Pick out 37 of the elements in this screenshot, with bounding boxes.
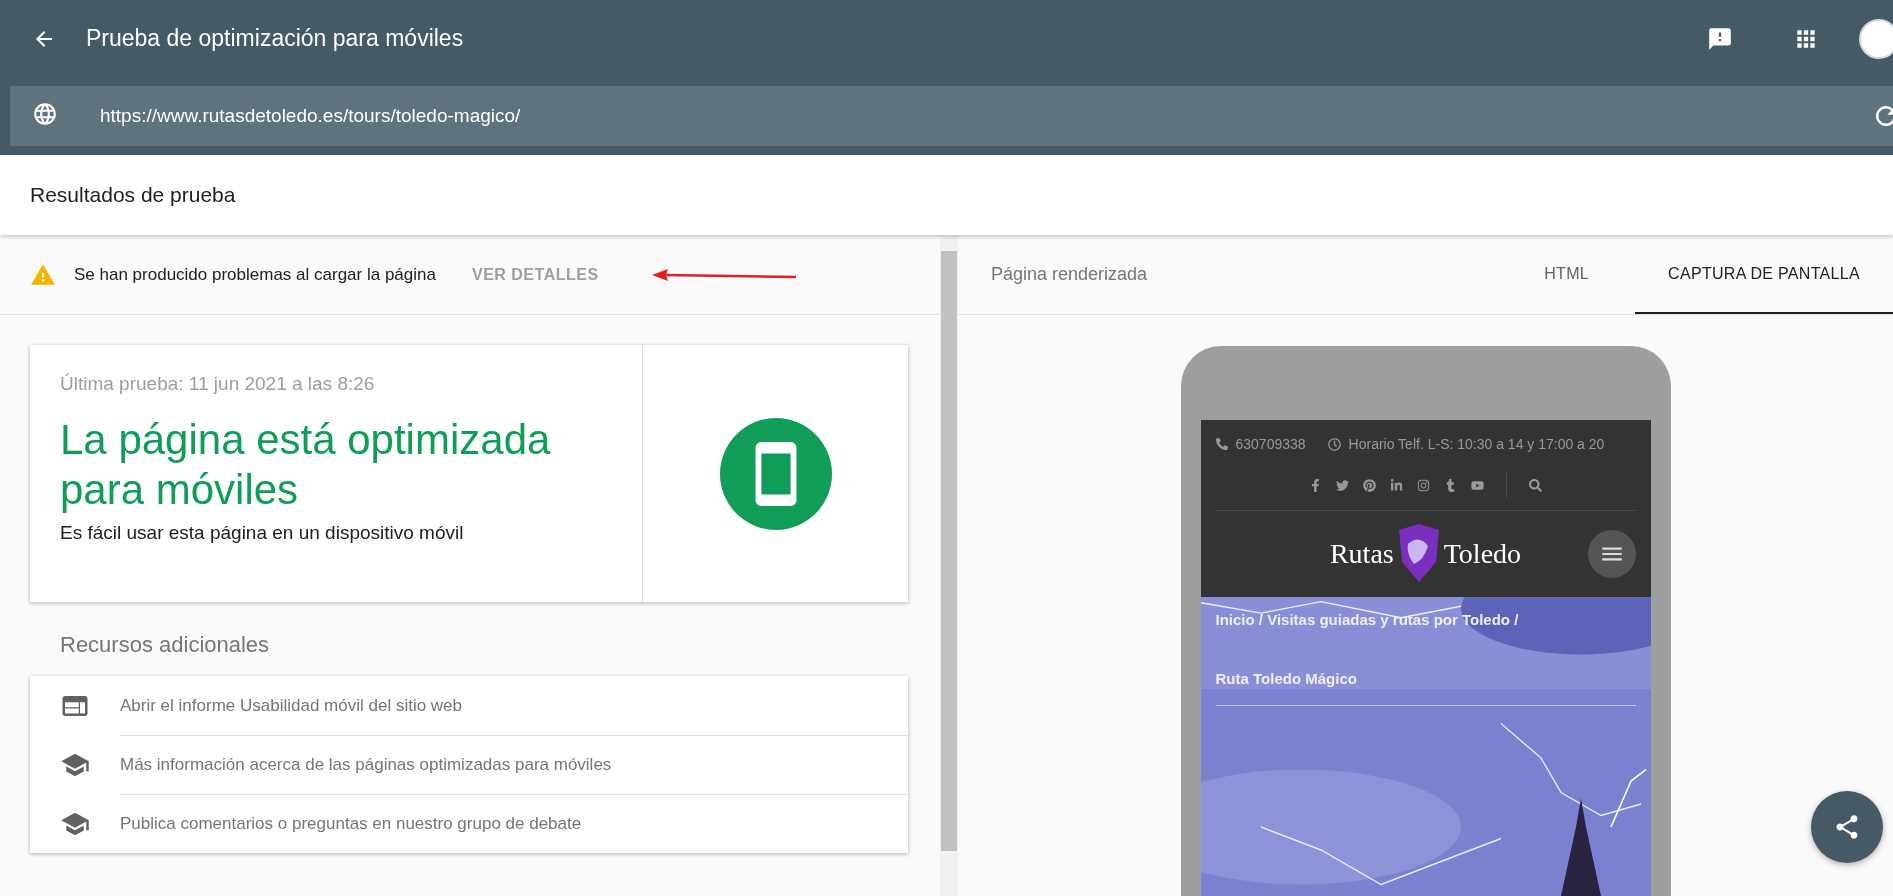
warning-message: Se han producido problemas al cargar la página xyxy=(74,264,436,285)
phone-number: 630709338 xyxy=(1235,436,1306,452)
url-field[interactable]: https://www.rutasdetoledo.es/tours/toledo-magico/ xyxy=(10,86,1893,146)
globe-icon xyxy=(32,101,58,127)
tab[interactable]: CAPTURA DE PANTALLA xyxy=(1635,235,1893,314)
logo-text: Rutas xyxy=(1329,538,1394,570)
avatar[interactable] xyxy=(1859,18,1893,59)
logo-text: Toledo xyxy=(1443,538,1522,570)
search-icon[interactable] xyxy=(1529,478,1542,492)
last-test-date: Última prueba: 11 jun 2021 a las 8:26 xyxy=(60,373,376,395)
section-title: Resultados de prueba xyxy=(30,183,236,207)
resources-title: Recursos adicionales xyxy=(60,632,271,658)
share-button[interactable] xyxy=(1811,791,1883,863)
details-link[interactable]: VER DETALLES xyxy=(471,265,599,284)
phone-hours: Horario Telf. L-S: 10:30 a 14 y 17:00 a 20 xyxy=(1348,436,1605,452)
verdict-heading: La página está optimizada para móviles xyxy=(60,415,552,516)
resource-link[interactable]: Publica comentarios o preguntas en nuestro grupo de debate xyxy=(30,794,908,853)
linkedin-icon[interactable] xyxy=(1390,478,1403,492)
menu-icon[interactable] xyxy=(1587,530,1636,578)
panel-title: Página renderizada xyxy=(990,264,1149,285)
breadcrumb: Inicio / Visitas guiadas y rutas por Toledo / xyxy=(1215,611,1520,628)
youtube-icon[interactable] xyxy=(1471,478,1484,492)
phone-icon xyxy=(1215,438,1228,450)
feedback-icon[interactable] xyxy=(1707,25,1733,52)
app-title: Prueba de optimización para móviles xyxy=(86,25,465,52)
clock-icon xyxy=(1327,437,1341,451)
tab[interactable]: HTML xyxy=(1522,235,1611,314)
tumblr-icon[interactable] xyxy=(1444,478,1457,492)
resource-link[interactable]: Abrir el informe Usabilidad móvil del sitio web xyxy=(30,676,908,735)
instagram-icon[interactable] xyxy=(1417,478,1430,492)
twitter-icon[interactable] xyxy=(1336,478,1349,492)
resource-link[interactable]: Más información acerca de las páginas optimizadas para móviles xyxy=(30,735,908,794)
scrollbar[interactable] xyxy=(940,235,958,896)
pinterest-icon[interactable] xyxy=(1363,478,1376,492)
verdict-description: Es fácil usar esta página en un dispositivo móvil xyxy=(60,521,465,544)
page-heading: Ruta Toledo Mágico xyxy=(1215,670,1636,706)
facebook-icon[interactable] xyxy=(1309,478,1322,492)
